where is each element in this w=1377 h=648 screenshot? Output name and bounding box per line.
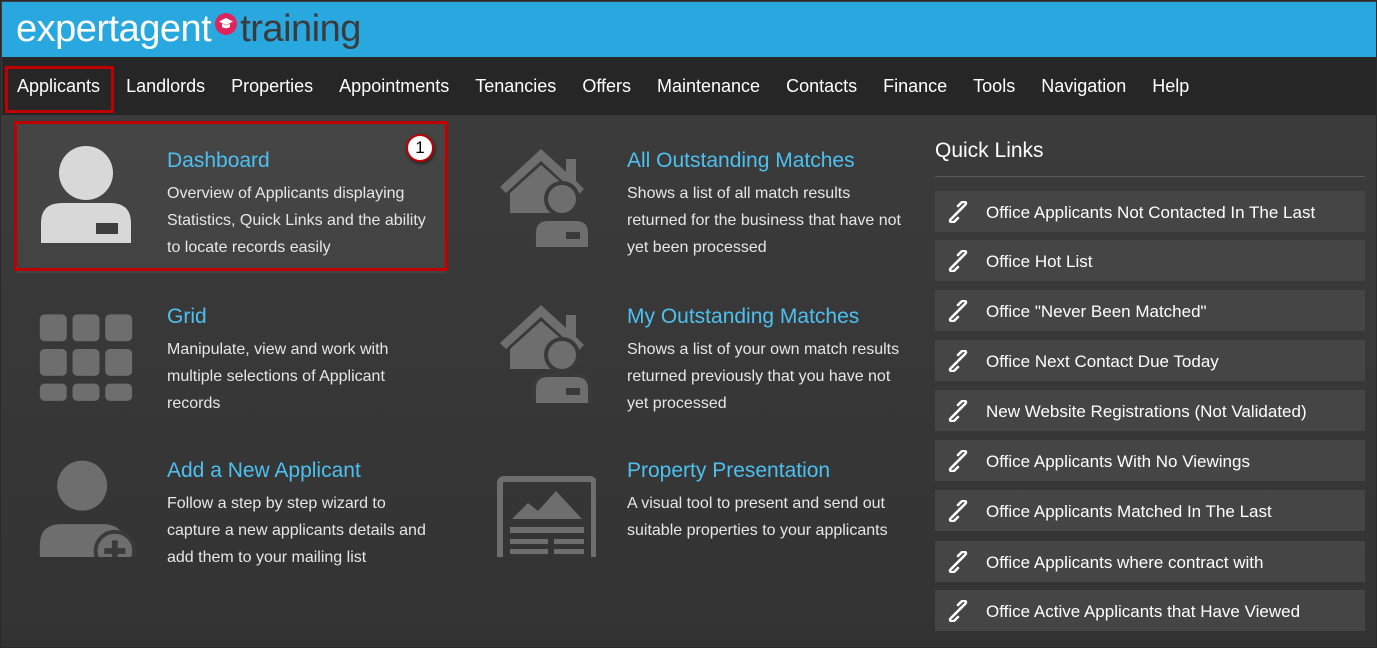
grid-icon — [36, 293, 136, 403]
quick-link-label: Office Next Contact Due Today — [986, 352, 1219, 371]
nav-maintenance[interactable]: Maintenance — [644, 57, 773, 115]
quick-link-item[interactable]: New Website Registrations (Not Validated… — [935, 390, 1365, 431]
quick-link-item[interactable]: Office Applicants Not Contacted In The L… — [935, 191, 1365, 232]
callout-badge: 1 — [406, 134, 434, 162]
quick-link-label: Office "Never Been Matched" — [986, 302, 1207, 321]
quick-link-label: Office Applicants where contract with — [986, 553, 1264, 572]
nav-finance[interactable]: Finance — [870, 57, 960, 115]
tile-all-outstanding-matches[interactable]: All Outstanding Matches Shows a list of … — [476, 123, 906, 273]
add-user-icon — [36, 447, 136, 573]
tile-description: Manipulate, view and work with multiple … — [167, 341, 389, 412]
nav-contacts[interactable]: Contacts — [773, 57, 870, 115]
quick-link-label: Office Applicants With No Viewings — [986, 452, 1250, 471]
tile-title: Property Presentation — [627, 459, 831, 482]
house-user-icon — [496, 137, 596, 251]
expertagent-logo[interactable]: expertagent training — [16, 6, 361, 52]
app-window: expertagent training Applicants Landlords… — [0, 0, 1377, 648]
nav-applicants[interactable]: Applicants — [4, 57, 115, 115]
quick-link-item[interactable]: Office Hot List — [935, 240, 1365, 281]
tile-my-outstanding-matches[interactable]: My Outstanding Matches Shows a list of y… — [476, 279, 906, 429]
logo-text-agent: agent — [118, 8, 212, 50]
presentation-image-icon — [496, 447, 597, 566]
divider — [935, 176, 1365, 177]
main-nav: Applicants Landlords Properties Appointm… — [2, 57, 1376, 115]
link-icon — [946, 349, 970, 373]
house-user-icon — [496, 293, 596, 407]
tile-description: A visual tool to present and send out su… — [627, 495, 888, 539]
link-icon — [946, 299, 970, 323]
tile-property-presentation[interactable]: Property Presentation A visual tool to p… — [476, 433, 906, 583]
tile-title: Dashboard — [167, 149, 270, 172]
nav-offers[interactable]: Offers — [569, 57, 644, 115]
quick-link-label: New Website Registrations (Not Validated… — [986, 402, 1307, 421]
link-icon — [946, 249, 970, 273]
quick-link-label: Office Active Applicants that Have Viewe… — [986, 602, 1301, 621]
tile-title: My Outstanding Matches — [627, 305, 860, 328]
user-icon — [36, 137, 136, 247]
tile-add-new-applicant[interactable]: Add a New Applicant Follow a step by ste… — [16, 433, 446, 583]
quick-link-item[interactable]: Office Next Contact Due Today — [935, 340, 1365, 381]
nav-navigation[interactable]: Navigation — [1028, 57, 1139, 115]
quick-link-item[interactable]: Office Applicants where contract with — [935, 541, 1365, 582]
logo-text-expert: expert — [16, 8, 119, 50]
quick-link-label: Office Applicants Not Contacted In The L… — [986, 203, 1316, 222]
link-icon — [946, 200, 970, 224]
quick-link-item[interactable]: Office Applicants Matched In The Last — [935, 490, 1365, 531]
link-icon — [946, 449, 970, 473]
tile-title: Add a New Applicant — [167, 459, 361, 482]
brand-bar: expertagent training — [2, 2, 1376, 57]
tile-title: Grid — [167, 305, 207, 328]
tile-description: Shows a list of your own match results r… — [627, 341, 900, 412]
quick-links-title: Quick Links — [935, 139, 1044, 162]
graduation-cap-icon — [215, 13, 238, 35]
nav-properties[interactable]: Properties — [218, 57, 326, 115]
nav-landlords[interactable]: Landlords — [113, 57, 218, 115]
link-icon — [946, 599, 970, 623]
nav-help[interactable]: Help — [1139, 57, 1202, 115]
nav-appointments[interactable]: Appointments — [326, 57, 462, 115]
tile-title: All Outstanding Matches — [627, 149, 855, 172]
link-icon — [946, 399, 970, 423]
tile-description: Overview of Applicants displaying Statis… — [167, 185, 426, 256]
nav-tools[interactable]: Tools — [960, 57, 1028, 115]
tile-grid[interactable]: Grid Manipulate, view and work with mult… — [16, 279, 446, 429]
quick-link-item[interactable]: Office Applicants With No Viewings — [935, 440, 1365, 481]
link-icon — [946, 550, 970, 574]
quick-link-item[interactable]: Office Active Applicants that Have Viewe… — [935, 590, 1365, 631]
tile-description: Follow a step by step wizard to capture … — [167, 495, 426, 566]
tile-description: Shows a list of all match results return… — [627, 185, 901, 256]
quick-link-label: Office Applicants Matched In The Last — [986, 502, 1272, 521]
tile-dashboard[interactable]: Dashboard Overview of Applicants display… — [16, 123, 446, 273]
logo-text-training: training — [240, 8, 361, 50]
quick-link-label: Office Hot List — [986, 252, 1093, 271]
link-icon — [946, 499, 970, 523]
nav-tenancies[interactable]: Tenancies — [462, 57, 569, 115]
quick-link-item[interactable]: Office "Never Been Matched" — [935, 290, 1365, 331]
